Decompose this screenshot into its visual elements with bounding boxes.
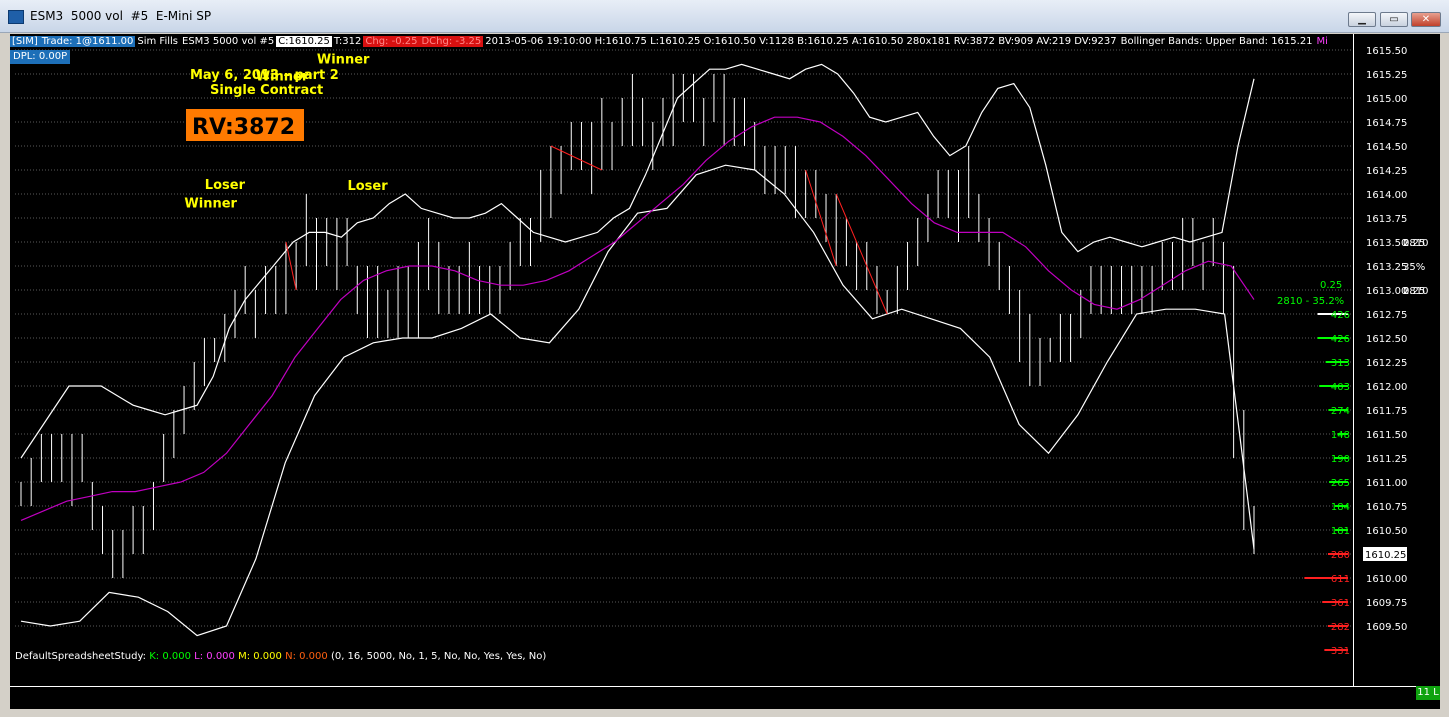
volume-label: 280 xyxy=(1331,550,1350,561)
price-axis-divider xyxy=(1353,34,1354,686)
chart-area[interactable]: 1615.50 1615.25 1615.00 1614.75 1614.50 1614.… xyxy=(10,34,1440,709)
daily-change-label: DChg: -3.25 xyxy=(419,36,484,47)
price-tick-label: 1615.50 xyxy=(1366,46,1407,57)
study-l: L: 0.000 xyxy=(194,651,235,662)
volume-label: 190 xyxy=(1331,454,1350,465)
volume-label: 184 xyxy=(1331,502,1350,513)
price-tick-label: 1612.00 xyxy=(1366,382,1407,393)
trade-annotation: Loser xyxy=(205,178,246,193)
volume-label: 361 xyxy=(1331,598,1350,609)
volume-label: 313 xyxy=(1331,358,1350,369)
trade-annotation: Winner xyxy=(184,196,237,211)
volume-label: 181 xyxy=(1331,526,1350,537)
volume-label: 403 xyxy=(1331,382,1350,393)
price-tick-label: 1612.25 xyxy=(1366,358,1407,369)
ladder-tick: 0.25 xyxy=(1320,280,1342,291)
bar-info-label: 2013-05-06 19:10:00 H:1610.75 L:1610.25 … xyxy=(485,36,1117,47)
maximize-button[interactable]: ▭ xyxy=(1380,12,1408,27)
study-n: N: 0.000 xyxy=(285,651,328,662)
study-info-label: Bollinger Bands: Upper Band: 1615.21 xyxy=(1120,36,1313,47)
price-tick-label: 1612.75 xyxy=(1366,310,1407,321)
price-tick-label: 1612.50 xyxy=(1366,334,1407,345)
sim-badge[interactable]: [SIM] xyxy=(10,36,40,47)
price-tick-label: 1613.75 xyxy=(1366,214,1407,225)
price-tick-label: 1614.50 xyxy=(1366,142,1407,153)
price-tick-label: 1615.00 xyxy=(1366,94,1407,105)
dpl-badge: DPL: 0.00P xyxy=(10,50,71,64)
price-tick-label: 1613.25 xyxy=(1366,262,1407,273)
study-trail-label: Mi xyxy=(1316,36,1328,47)
close-button[interactable]: ✕ xyxy=(1411,12,1441,27)
symbol-label: ESM3 5000 vol #5 xyxy=(182,36,275,47)
price-tick-label: 1613.00 xyxy=(1366,286,1407,297)
price-chart[interactable]: 1615.50 1615.25 1615.00 1614.75 1614.50 1614.… xyxy=(10,34,1440,686)
study-k: K: 0.000 xyxy=(149,651,191,662)
ladder-left: 35% xyxy=(1403,262,1425,273)
trade-line xyxy=(550,145,603,171)
status-badge: 11 L xyxy=(1416,686,1440,700)
study-name: DefaultSpreadsheetStudy: xyxy=(15,651,147,662)
chart-window-icon xyxy=(8,10,24,24)
price-tick-label: 1609.75 xyxy=(1366,598,1407,609)
study-m: M: 0.000 xyxy=(238,651,282,662)
volume-label: 148 xyxy=(1331,430,1350,441)
study-params: (0, 16, 5000, No, 1, 5, No, No, Yes, Yes… xyxy=(330,651,547,662)
lower-band-line xyxy=(20,164,1255,637)
price-tick-label: 1611.75 xyxy=(1366,406,1407,417)
trade-annotation: Loser xyxy=(347,179,388,194)
volume-label: 274 xyxy=(1331,406,1350,417)
price-tick-label: 1614.00 xyxy=(1366,190,1407,201)
ladder-right: 2810 xyxy=(1403,238,1428,249)
price-tick-label: 1610.75 xyxy=(1366,502,1407,513)
change-label: Chg: -0.25 xyxy=(363,36,420,47)
volume-label: 426 xyxy=(1331,334,1350,345)
price-tick-label: 1611.50 xyxy=(1366,430,1407,441)
price-tick-label: 1609.50 xyxy=(1366,622,1407,633)
chart-info-bar: [SIM] Trade: 1@1611.00 Sim Fills ESM3 5000 … xyxy=(10,34,1330,49)
ladder-summary: 2810 - 35.2% xyxy=(1277,296,1344,307)
price-tick-label: 1610.50 xyxy=(1366,526,1407,537)
trade-badge[interactable]: Trade: 1@1611.00 xyxy=(39,36,136,47)
volume-label: 282 xyxy=(1331,622,1350,633)
price-tick-label: 1614.75 xyxy=(1366,118,1407,129)
chart-header-line2: Single Contract xyxy=(210,83,323,98)
window-titlebar[interactable]: ESM3 5000 vol #5 E-Mini SP ▁ ▭ ✕ xyxy=(0,0,1449,33)
price-tick-label: 1611.25 xyxy=(1366,454,1407,465)
trade-annotation: Winner xyxy=(317,52,370,67)
price-tick-label: 1613.50 xyxy=(1366,238,1407,249)
ladder-right: 2810 xyxy=(1403,286,1428,297)
volume-label: 611 xyxy=(1331,574,1350,585)
price-tick-label: 1615.25 xyxy=(1366,70,1407,81)
time-axis xyxy=(10,686,1440,709)
window-title: ESM3 5000 vol #5 E-Mini SP xyxy=(30,9,212,23)
rv-badge: RV:3872 xyxy=(192,115,295,140)
fills-label: Sim Fills xyxy=(137,36,178,47)
close-price: C:1610.25 xyxy=(276,36,332,47)
study-line: DefaultSpreadsheetStudy: K: 0.000 L: 0.0… xyxy=(15,651,546,662)
trade-line xyxy=(835,193,888,315)
volume-label: 426 xyxy=(1331,310,1350,321)
volume-label: 265 xyxy=(1331,478,1350,489)
trade-annotation: Winner xyxy=(256,70,309,85)
current-price-label: 1610.25 xyxy=(1365,550,1406,561)
volume-label: 331 xyxy=(1331,646,1350,657)
minimize-button[interactable]: ▁ xyxy=(1348,12,1376,27)
price-tick-label: 1614.25 xyxy=(1366,166,1407,177)
ticks-label: T:312 xyxy=(333,36,362,47)
price-tick-label: 1610.00 xyxy=(1366,574,1407,585)
price-tick-label: 1611.00 xyxy=(1366,478,1407,489)
